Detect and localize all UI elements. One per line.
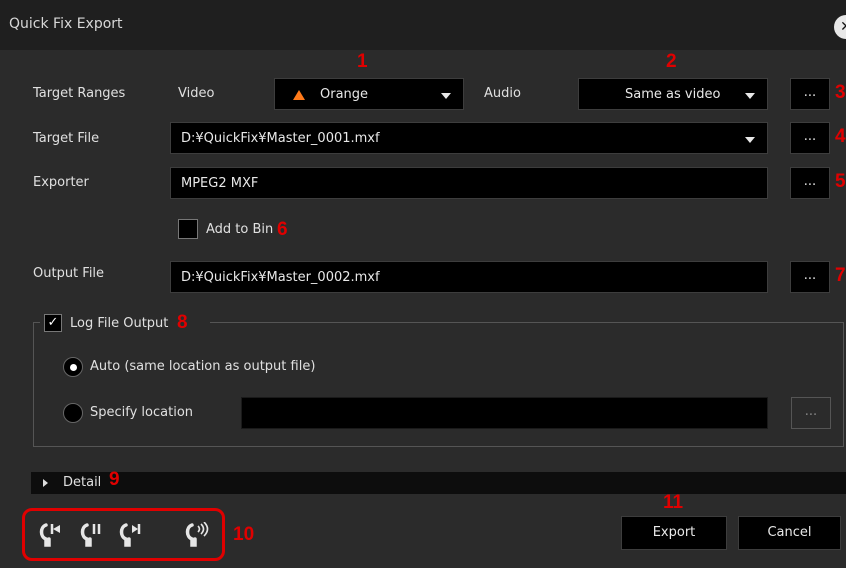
mark-in-icon[interactable] (37, 522, 63, 548)
specify-location-field[interactable] (241, 397, 768, 429)
specify-location-label: Specify location (90, 405, 194, 420)
annotation-11: 11 (663, 492, 684, 513)
auto-location-label: Auto (same location as output file) (90, 359, 316, 374)
specify-location-browse-button[interactable]: ... (791, 397, 831, 429)
annotation-6: 6 (277, 219, 288, 240)
close-icon[interactable]: ✕ (834, 15, 846, 39)
specify-location-radio[interactable] (63, 403, 83, 423)
title-bar[interactable]: Quick Fix Export ✕ (0, 0, 846, 50)
target-file-browse-button[interactable]: ... (790, 122, 830, 154)
output-file-browse-button[interactable]: ... (790, 261, 830, 293)
auto-location-radio[interactable] (63, 357, 83, 377)
exporter-field[interactable]: MPEG2 MXF (170, 167, 768, 199)
annotation-7: 7 (835, 265, 846, 286)
annotation-1: 1 (357, 51, 368, 72)
dialog-title: Quick Fix Export (9, 16, 123, 32)
exporter-value: MPEG2 MXF (181, 176, 259, 191)
log-file-output-checkbox[interactable]: ✓ (44, 314, 62, 332)
mark-out-icon[interactable] (117, 522, 143, 548)
radio-selected-dot (70, 364, 77, 371)
detail-expander[interactable]: Detail (31, 472, 846, 494)
chevron-right-icon (43, 479, 48, 487)
audio-range-dropdown[interactable]: Same as video (578, 78, 768, 110)
annotation-10: 10 (233, 524, 255, 545)
export-button[interactable]: Export (621, 516, 727, 550)
annotation-5: 5 (835, 171, 846, 192)
exporter-label: Exporter (33, 175, 89, 190)
add-to-bin-checkbox[interactable] (178, 219, 198, 239)
orange-marker-icon (293, 90, 305, 100)
annotation-8: 8 (177, 312, 188, 333)
target-ranges-label: Target Ranges (33, 86, 126, 101)
video-label: Video (178, 86, 215, 101)
add-to-bin-label: Add to Bin (206, 222, 274, 237)
chevron-down-icon (745, 137, 755, 143)
cancel-button[interactable]: Cancel (738, 516, 841, 550)
video-range-value: Orange (320, 87, 369, 102)
audio-range-value: Same as video (625, 87, 721, 102)
annotation-4: 4 (835, 126, 846, 147)
quick-fix-export-dialog: Quick Fix Export ✕ Target Ranges Video O… (0, 0, 846, 568)
annotation-2: 2 (666, 51, 677, 72)
audio-label: Audio (484, 86, 521, 101)
audio-mark-icon[interactable] (183, 522, 211, 548)
video-range-dropdown[interactable]: Orange (274, 78, 464, 110)
annotation-3: 3 (835, 82, 846, 103)
mark-buttons-highlight (22, 508, 225, 561)
exporter-settings-button[interactable]: ... (790, 167, 830, 199)
target-file-dropdown[interactable]: D:¥QuickFix¥Master_0001.mxf (170, 122, 768, 154)
target-ranges-browse-button[interactable]: ... (790, 78, 830, 110)
target-file-value: D:¥QuickFix¥Master_0001.mxf (181, 131, 380, 146)
annotation-9: 9 (109, 469, 120, 490)
output-file-label: Output File (33, 266, 105, 281)
chevron-down-icon (745, 93, 755, 99)
chevron-down-icon (441, 93, 451, 99)
mark-pause-icon[interactable] (78, 522, 104, 548)
log-file-output-label: Log File Output (70, 316, 169, 331)
detail-label: Detail (63, 475, 102, 490)
target-file-label: Target File (33, 131, 100, 146)
output-file-value: D:¥QuickFix¥Master_0002.mxf (181, 270, 380, 285)
output-file-field[interactable]: D:¥QuickFix¥Master_0002.mxf (170, 261, 768, 293)
